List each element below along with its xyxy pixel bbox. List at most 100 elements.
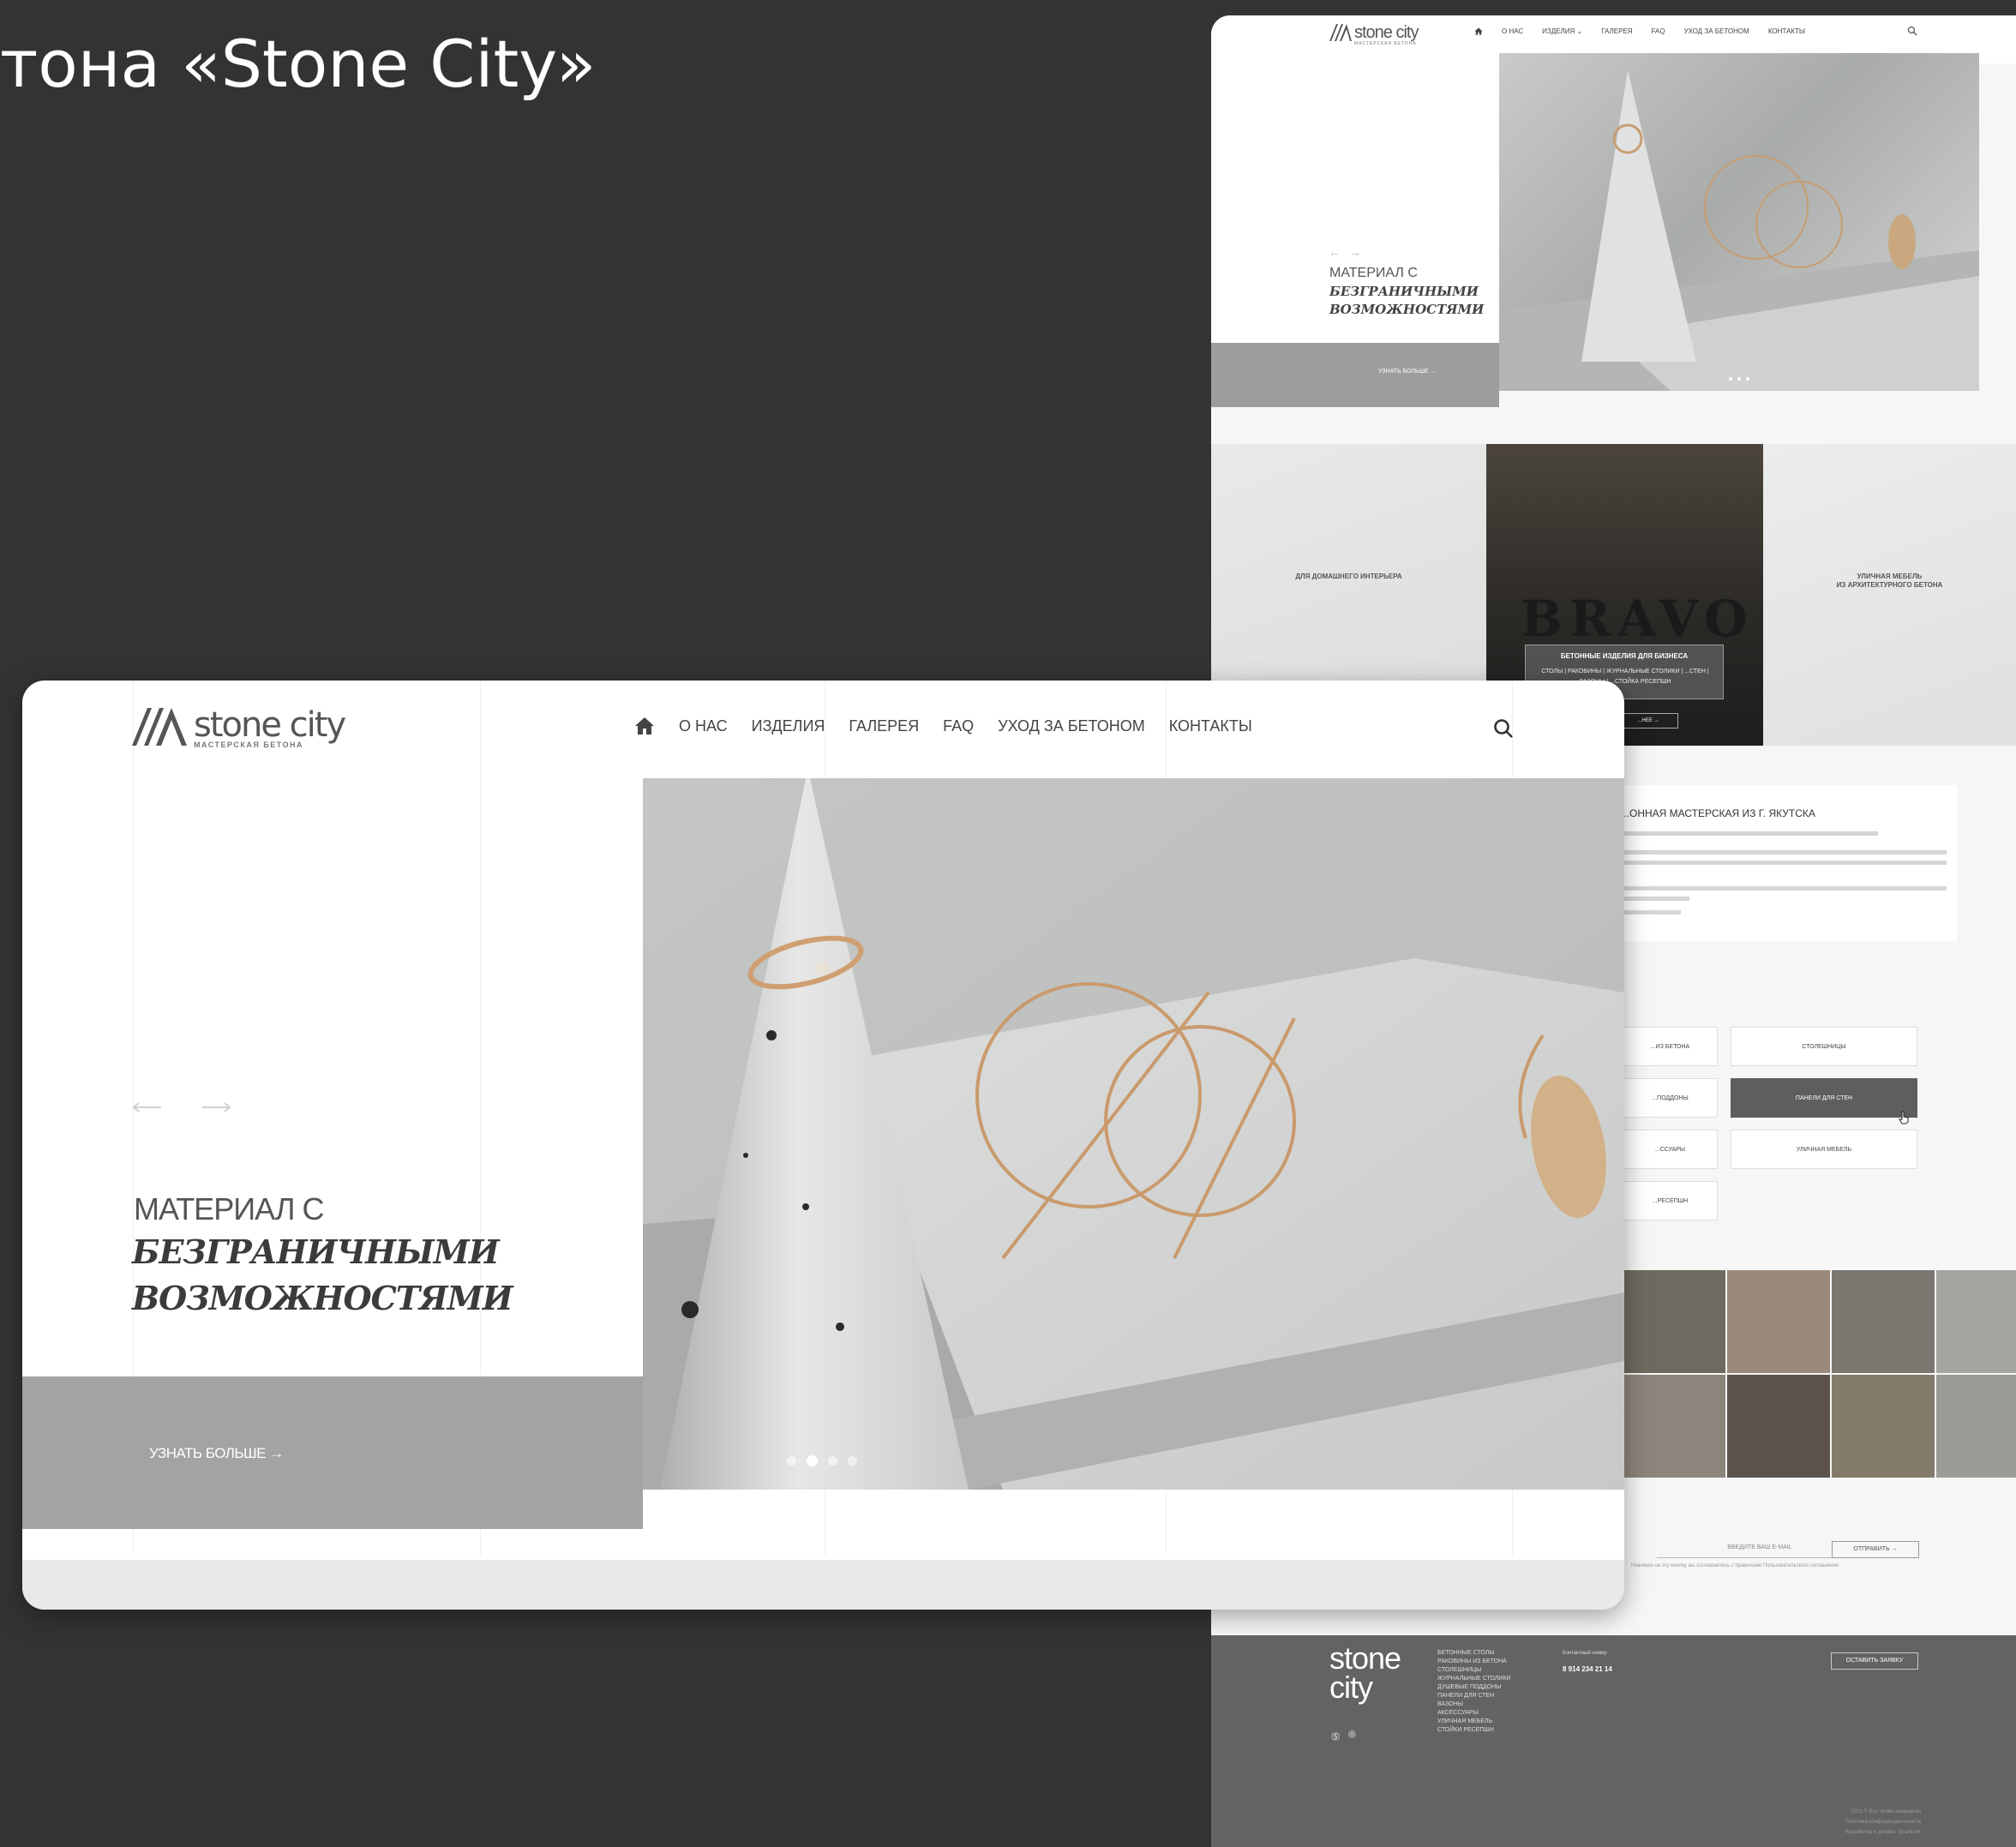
pinterest-icon[interactable]: ⓹ <box>1331 1730 1340 1742</box>
bg-nav-gallery[interactable]: ГАЛЕРЕЯ <box>1601 27 1632 35</box>
bg-learn-more-button[interactable]: УЗНАТЬ БОЛЬШЕ → <box>1211 343 1499 407</box>
footer-legal: 2021 © Все права защищены Политика конфи… <box>1828 1807 1921 1838</box>
nav-products[interactable]: ИЗДЕЛИЯ <box>752 717 825 735</box>
hero-title-line3: ВОЗМОЖНОСТЯМИ <box>132 1279 513 1317</box>
home-icon[interactable] <box>1474 27 1483 35</box>
nav-gallery[interactable]: ГАЛЕРЕЯ <box>849 717 919 735</box>
send-button[interactable]: ОТПРАВИТЬ → <box>1832 1541 1919 1558</box>
gallery-thumb[interactable] <box>1832 1270 1935 1373</box>
footer-link[interactable]: ПАНЕЛИ ДЛЯ СТЕН <box>1437 1693 1511 1699</box>
nav-care[interactable]: УХОД ЗА БЕТОНОМ <box>998 717 1145 735</box>
footer-logo[interactable]: stone city <box>1329 1640 1401 1705</box>
footer-privacy[interactable]: Политика конфиденциальности <box>1828 1817 1921 1827</box>
footer-links: БЕТОННЫЕ СТОЛЫ РАКОВИНЫ ИЗ БЕТОНА СТОЛЕШ… <box>1437 1650 1511 1733</box>
logo-name: stone city <box>194 705 346 745</box>
hero-title-italic: БЕЗГРАНИЧНЫМИ ВОЗМОЖНОСТЯМИ <box>132 1229 513 1322</box>
bg-hero-image <box>1499 53 1979 391</box>
nav-contacts[interactable]: КОНТАКТЫ <box>1169 717 1252 735</box>
about-text-line <box>1621 886 1947 891</box>
footer-link[interactable]: СТОЛЕШНИЦЫ <box>1437 1667 1511 1673</box>
hand-cursor-icon <box>1899 1111 1909 1124</box>
bg-logo-name: stone city <box>1354 23 1419 42</box>
bg-slider-arrows[interactable]: ←→ <box>1329 245 1370 259</box>
gallery-thumb[interactable] <box>1623 1375 1725 1478</box>
product-button[interactable]: УЛИЧНАЯ МЕБЕЛЬ <box>1731 1130 1917 1169</box>
slider-arrows <box>132 1102 231 1112</box>
bg-about-title: ...ОННАЯ МАСТЕРСКАЯ ИЗ Г. ЯКУТСКА <box>1621 807 1815 819</box>
slider-dot[interactable] <box>828 1456 837 1466</box>
footer-copyright: 2021 © Все права защищены <box>1851 1809 1921 1814</box>
bg-nav-faq[interactable]: FAQ <box>1652 27 1665 35</box>
slider-dot-active[interactable] <box>807 1455 818 1466</box>
footer-link[interactable]: РАКОВИНЫ ИЗ БЕТОНА <box>1437 1658 1511 1664</box>
about-text-line <box>1621 897 1689 901</box>
category-home-label: ДЛЯ ДОМАШНЕГО ИНТЕРЬЕРА <box>1295 573 1402 580</box>
hero-title-line2: БЕЗГРАНИЧНЫМИ <box>132 1232 500 1271</box>
logo-mark-icon <box>132 708 187 746</box>
gallery-thumb[interactable] <box>1936 1270 2016 1373</box>
footer-link[interactable]: АКСЕССУАРЫ <box>1437 1710 1511 1716</box>
bg-nav-about[interactable]: О НАС <box>1502 27 1523 35</box>
footer-link[interactable]: ЖУРНАЛЬНЫЕ СТОЛИКИ <box>1437 1676 1511 1682</box>
bg-search-icon[interactable] <box>1907 26 1917 36</box>
about-text-line <box>1621 861 1947 865</box>
page-heading: тона «Stone City» <box>0 26 597 102</box>
about-text-line <box>1621 910 1681 915</box>
website-hero-window: stone city МАСТЕРСКАЯ БЕТОНА О НАС ИЗДЕЛ… <box>22 681 1624 1610</box>
product-button[interactable]: ...РЕСЕПШН <box>1623 1181 1718 1220</box>
learn-more-button[interactable]: УЗНАТЬ БОЛЬШЕ → <box>22 1376 643 1529</box>
bg-nav-contacts[interactable]: КОНТАКТЫ <box>1768 27 1805 35</box>
footer-link[interactable]: СТОЙКИ РЕСЕПШН <box>1437 1727 1511 1733</box>
category-outdoor-label-2: ИЗ АРХИТЕКТУРНОГО БЕТОНА <box>1836 581 1943 589</box>
instagram-icon[interactable]: ◎ <box>1348 1730 1356 1742</box>
product-button[interactable]: ...ПОДДОНЫ <box>1623 1078 1718 1118</box>
footer-link[interactable]: БЕТОННЫЕ СТОЛЫ <box>1437 1650 1511 1656</box>
footer-developer[interactable]: Разработка и дизайн: SmartLink <box>1828 1827 1921 1838</box>
footer-link[interactable]: ДУШЕВЫЕ ПОДДОНЫ <box>1437 1684 1511 1690</box>
arrow-right-icon[interactable] <box>202 1102 231 1112</box>
category-business-more-button[interactable]: ...НЕЕ → <box>1618 713 1678 729</box>
nav-about[interactable]: О НАС <box>679 717 728 735</box>
nav-faq[interactable]: FAQ <box>943 717 974 735</box>
bg-nav-care[interactable]: УХОД ЗА БЕТОНОМ <box>1684 27 1749 35</box>
footer-logo-line2: city <box>1329 1670 1373 1705</box>
hero-title-line1: МАТЕРИАЛ С <box>134 1191 325 1226</box>
hero-image <box>643 778 1624 1490</box>
slider-dot[interactable] <box>848 1456 857 1466</box>
bg-nav: О НАС ИЗДЕЛИЯ ⌄ ГАЛЕРЕЯ FAQ УХОД ЗА БЕТО… <box>1474 27 1805 35</box>
footer-request-button[interactable]: ОСТАВИТЬ ЗАЯВКУ <box>1831 1652 1918 1670</box>
category-outdoor-label-1: УЛИЧНАЯ МЕБЕЛЬ <box>1857 573 1923 580</box>
bravo-sign: BRAVO <box>1521 590 1755 648</box>
product-button-active[interactable]: ПАНЕЛИ ДЛЯ СТЕН <box>1731 1078 1917 1118</box>
gallery-thumb[interactable] <box>1623 1270 1725 1373</box>
product-button[interactable]: ...ССУАРЫ <box>1623 1130 1718 1169</box>
bg-learn-more-label: УЗНАТЬ БОЛЬШЕ → <box>1378 369 1437 375</box>
search-icon[interactable] <box>1493 718 1514 739</box>
gallery-thumb[interactable] <box>1727 1375 1830 1478</box>
slider-dot[interactable] <box>787 1456 796 1466</box>
site-logo[interactable]: stone city МАСТЕРСКАЯ БЕТОНА <box>132 705 346 749</box>
bg-hero-line2: БЕЗГРАНИЧНЫМИ <box>1329 284 1479 299</box>
product-button[interactable]: ...ИЗ БЕТОНА <box>1623 1027 1718 1066</box>
footer-logo-line1: stone <box>1329 1640 1401 1676</box>
footer-phone[interactable]: 8 914 234 21 14 <box>1563 1665 1612 1673</box>
home-icon[interactable] <box>634 717 655 735</box>
footer-link[interactable]: ВАЗОНЫ <box>1437 1701 1511 1707</box>
gallery-thumb[interactable] <box>1936 1375 2016 1478</box>
category-outdoor[interactable]: УЛИЧНАЯ МЕБЕЛЬ ИЗ АРХИТЕКТУРНОГО БЕТОНА <box>1763 444 2016 746</box>
about-text-line <box>1621 850 1947 855</box>
footer-contact-label: Контактный номер <box>1563 1651 1607 1656</box>
learn-more-label: УЗНАТЬ БОЛЬШЕ → <box>149 1445 284 1461</box>
about-text-line <box>1621 831 1878 836</box>
product-button[interactable]: СТОЛЕШНИЦЫ <box>1731 1027 1917 1066</box>
bg-nav-products[interactable]: ИЗДЕЛИЯ ⌄ <box>1542 27 1582 35</box>
bg-logo[interactable]: stone city МАСТЕРСКАЯ БЕТОНА <box>1329 23 1419 46</box>
gallery-thumb[interactable] <box>1832 1375 1935 1478</box>
arrow-left-icon[interactable] <box>132 1102 161 1112</box>
bg-logo-tagline: МАСТЕРСКАЯ БЕТОНА <box>1354 41 1417 46</box>
bg-hero-line2-3: БЕЗГРАНИЧНЫМИ ВОЗМОЖНОСТЯМИ <box>1329 283 1484 319</box>
footer-social: ⓹ ◎ <box>1331 1730 1356 1742</box>
footer-link[interactable]: УЛИЧНАЯ МЕБЕЛЬ <box>1437 1718 1511 1724</box>
gallery-thumb[interactable] <box>1727 1270 1830 1373</box>
slider-dots <box>787 1455 857 1466</box>
